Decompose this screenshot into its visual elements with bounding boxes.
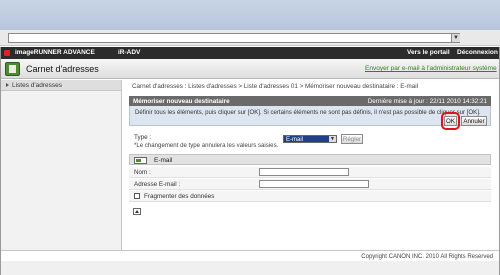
footer: Copyright CANON INC. 2010 All Rights Res… — [1, 250, 499, 261]
breadcrumb: Carnet d'adresses : Listes d'adresses > … — [132, 83, 419, 90]
browser-chrome — [0, 0, 500, 30]
address-dropdown-icon[interactable]: ▼ — [451, 33, 460, 43]
split-data-label: Fragmenter des données — [144, 193, 215, 200]
email-address-label: Adresse E-mail : — [134, 181, 181, 188]
product-name: imageRUNNER ADVANCE — [15, 49, 95, 56]
email-address-input[interactable] — [259, 180, 369, 188]
copyright: Copyright CANON INC. 2010 All Rights Res… — [361, 254, 493, 260]
brand-logo-icon — [4, 50, 10, 56]
chevron-down-icon: ▼ — [329, 136, 336, 142]
panel-title: Mémoriser nouveau destinataire — [133, 97, 230, 105]
email-address-row: Adresse E-mail : — [129, 179, 491, 190]
brand-bar: imageRUNNER ADVANCE iR-ADV Vers le porta… — [1, 47, 499, 59]
panel-header: Mémoriser nouveau destinataire Dernière … — [129, 96, 491, 106]
scroll-top-icon[interactable] — [133, 208, 141, 215]
logout-link[interactable]: Déconnexion — [457, 49, 498, 56]
status-strip — [1, 261, 499, 275]
name-input[interactable] — [259, 168, 349, 176]
app-window: imageRUNNER ADVANCE iR-ADV Vers le porta… — [0, 47, 500, 275]
instructions-text: Définir tous les éléments, puis cliquer … — [135, 109, 481, 116]
bullet-icon — [6, 83, 9, 87]
address-input[interactable] — [8, 33, 460, 43]
split-data-checkbox[interactable] — [134, 193, 140, 199]
portal-link[interactable]: Vers le portail — [407, 49, 450, 56]
email-section-header: E-mail — [129, 154, 491, 165]
main-content: Carnet d'adresses : Listes d'adresses > … — [123, 80, 499, 250]
ok-highlight-circle — [441, 112, 460, 130]
apply-button[interactable]: Régler — [341, 134, 363, 144]
sidebar: Listes d'adresses — [1, 80, 122, 250]
type-select-value: E-mail — [286, 136, 304, 143]
model-name: iR-ADV — [118, 49, 141, 56]
last-update: Dernière mise à jour : 22/11 2010 14:32:… — [367, 97, 487, 105]
screen: ▼ imageRUNNER ADVANCE iR-ADV Vers le por… — [0, 0, 500, 275]
email-icon — [134, 157, 147, 164]
split-data-row: Fragmenter des données — [129, 191, 491, 202]
type-select[interactable]: E-mail ▼ — [283, 135, 337, 143]
sidebar-item-label: Listes d'adresses — [12, 82, 63, 89]
page-title: Carnet d'adresses — [26, 64, 99, 74]
page-title-bar: Carnet d'adresses Envoyer par e-mail à l… — [1, 59, 499, 79]
address-bar: ▼ — [0, 30, 500, 46]
type-label: Type : — [134, 134, 152, 141]
name-label: Nom : — [134, 169, 151, 176]
address-book-icon — [5, 62, 20, 76]
sidebar-item-address-lists[interactable]: Listes d'adresses — [1, 80, 121, 91]
type-note: *Le changement de type annulera les vale… — [134, 142, 279, 149]
email-section-title: E-mail — [154, 157, 173, 164]
email-admin-link[interactable]: Envoyer par e-mail à l'administrateur sy… — [365, 65, 497, 72]
name-row: Nom : — [129, 167, 491, 178]
panel-body: Définir tous les éléments, puis cliquer … — [129, 106, 491, 130]
cancel-button[interactable]: Annuler — [461, 116, 487, 126]
